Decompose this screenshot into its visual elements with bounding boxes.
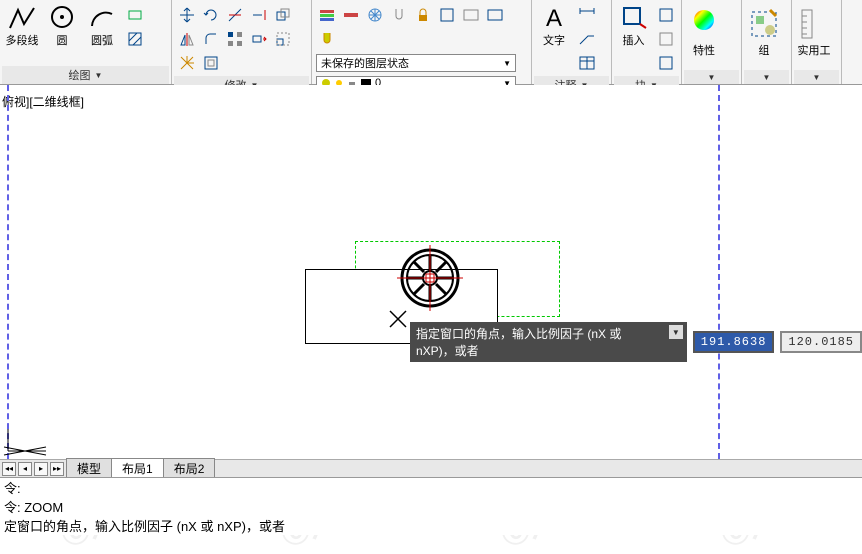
- group-expand[interactable]: ▼: [744, 70, 789, 84]
- group-tool[interactable]: 组: [744, 2, 784, 64]
- layer-freeze-tool[interactable]: [364, 4, 386, 26]
- viewport-guide-left: [7, 85, 9, 459]
- command-line[interactable]: 令: 令: ZOOM 定窗口的角点，输入比例因子 (nX 或 nXP)，或者: [0, 477, 862, 535]
- layer-match-tool[interactable]: [436, 4, 458, 26]
- ribbon-group-layer: 未保存的图层状态 ▼ 0 ▼ 图层▼: [312, 0, 532, 84]
- fillet-tool[interactable]: [200, 28, 222, 50]
- copy-tool[interactable]: [272, 4, 294, 26]
- tab-nav-next[interactable]: ▸: [34, 462, 48, 476]
- properties-tool[interactable]: 特性: [684, 2, 724, 64]
- trim-tool[interactable]: [224, 4, 246, 26]
- table-tool[interactable]: [576, 52, 598, 74]
- group-label: 组: [759, 42, 770, 58]
- ribbon-group-draw: 多段线 圆 圆弧 绘图▼: [0, 0, 172, 84]
- leader-tool[interactable]: [576, 28, 598, 50]
- arc-label: 圆弧: [91, 32, 113, 48]
- mirror-tool[interactable]: [176, 28, 198, 50]
- layer-walk-tool[interactable]: [484, 4, 506, 26]
- polyline-label: 多段线: [6, 32, 39, 48]
- extend-tool[interactable]: [248, 4, 270, 26]
- prompt-text: 指定窗口的角点，输入比例因子 (nX 或 nXP)，或者 ▼: [410, 322, 687, 362]
- coord-y-input[interactable]: 120.0185: [780, 331, 862, 353]
- tab-model[interactable]: 模型: [66, 458, 112, 479]
- tab-nav-first[interactable]: ◂◂: [2, 462, 16, 476]
- ribbon-group-properties: 特性 ▼: [682, 0, 742, 84]
- text-label: 文字: [543, 32, 565, 48]
- layer-iso-tool[interactable]: [340, 4, 362, 26]
- edit-block-tool[interactable]: [655, 28, 677, 50]
- util-expand[interactable]: ▼: [794, 70, 839, 84]
- ribbon-group-annotation: A 文字 注释▼: [532, 0, 612, 84]
- tab-nav-prev[interactable]: ◂: [18, 462, 32, 476]
- ribbon-group-modify: 修改▼: [172, 0, 312, 84]
- stretch-tool[interactable]: [248, 28, 270, 50]
- offset-tool[interactable]: [200, 52, 222, 74]
- linear-dim-tool[interactable]: [576, 4, 598, 26]
- edit-attr-tool[interactable]: [655, 52, 677, 74]
- props-label: 特性: [693, 42, 715, 58]
- drawing-canvas[interactable]: 俯视][二维线框] 指定窗口的角点，输入比例因子: [0, 85, 862, 459]
- hatch-tool[interactable]: [124, 28, 146, 50]
- tab-layout2[interactable]: 布局2: [163, 458, 216, 479]
- draw-group-label[interactable]: 绘图▼: [2, 66, 169, 84]
- view-label[interactable]: 俯视][二维线框]: [2, 93, 84, 110]
- ucs-icon: [2, 425, 52, 457]
- layer-state-label: 未保存的图层状态: [321, 55, 409, 71]
- ribbon-group-utility: 实用工 ▼: [792, 0, 842, 84]
- rectangle-tool[interactable]: [124, 4, 146, 26]
- measure-tool[interactable]: 实用工: [794, 2, 834, 64]
- move-tool[interactable]: [176, 4, 198, 26]
- scale-tool[interactable]: [272, 28, 294, 50]
- rotate-tool[interactable]: [200, 4, 222, 26]
- layer-lock-tool[interactable]: [412, 4, 434, 26]
- crosshair-cursor: [388, 309, 408, 329]
- wheel-drawing: [395, 243, 465, 313]
- props-expand[interactable]: ▼: [684, 70, 739, 84]
- layer-off-tool[interactable]: [388, 4, 410, 26]
- insert-label: 插入: [623, 32, 645, 48]
- circle-label: 圆: [57, 32, 68, 48]
- ribbon-group-group: 组 ▼: [742, 0, 792, 84]
- ribbon-group-insert: 插入 块▼: [612, 0, 682, 84]
- layout-tabs-bar: ◂◂ ◂ ▸ ▸▸ 模型 布局1 布局2: [0, 459, 862, 477]
- layer-prev-tool[interactable]: [460, 4, 482, 26]
- prompt-options-dropdown[interactable]: ▼: [669, 325, 683, 339]
- create-block-tool[interactable]: [655, 4, 677, 26]
- svg-text:A: A: [546, 5, 562, 30]
- tab-nav-last[interactable]: ▸▸: [50, 462, 64, 476]
- layer-props-tool[interactable]: [316, 4, 338, 26]
- tab-layout1[interactable]: 布局1: [111, 458, 164, 479]
- layer-state-dropdown[interactable]: 未保存的图层状态 ▼: [316, 54, 516, 72]
- arc-tool[interactable]: 圆弧: [82, 2, 122, 50]
- dynamic-prompt: 指定窗口的角点，输入比例因子 (nX 或 nXP)，或者 ▼ 191.8638 …: [410, 331, 862, 353]
- text-tool[interactable]: A 文字: [534, 2, 574, 50]
- viewport-guide-right: [718, 85, 720, 459]
- insert-block-tool[interactable]: 插入: [614, 2, 653, 50]
- ribbon-toolbar: 多段线 圆 圆弧 绘图▼: [0, 0, 862, 85]
- explode-tool[interactable]: [176, 52, 198, 74]
- array-tool[interactable]: [224, 28, 246, 50]
- util-label: 实用工: [798, 42, 831, 58]
- polyline-tool[interactable]: 多段线: [2, 2, 42, 50]
- circle-tool[interactable]: 圆: [42, 2, 82, 50]
- coord-x-input[interactable]: 191.8638: [693, 331, 775, 353]
- layer-on-tool[interactable]: [316, 28, 338, 50]
